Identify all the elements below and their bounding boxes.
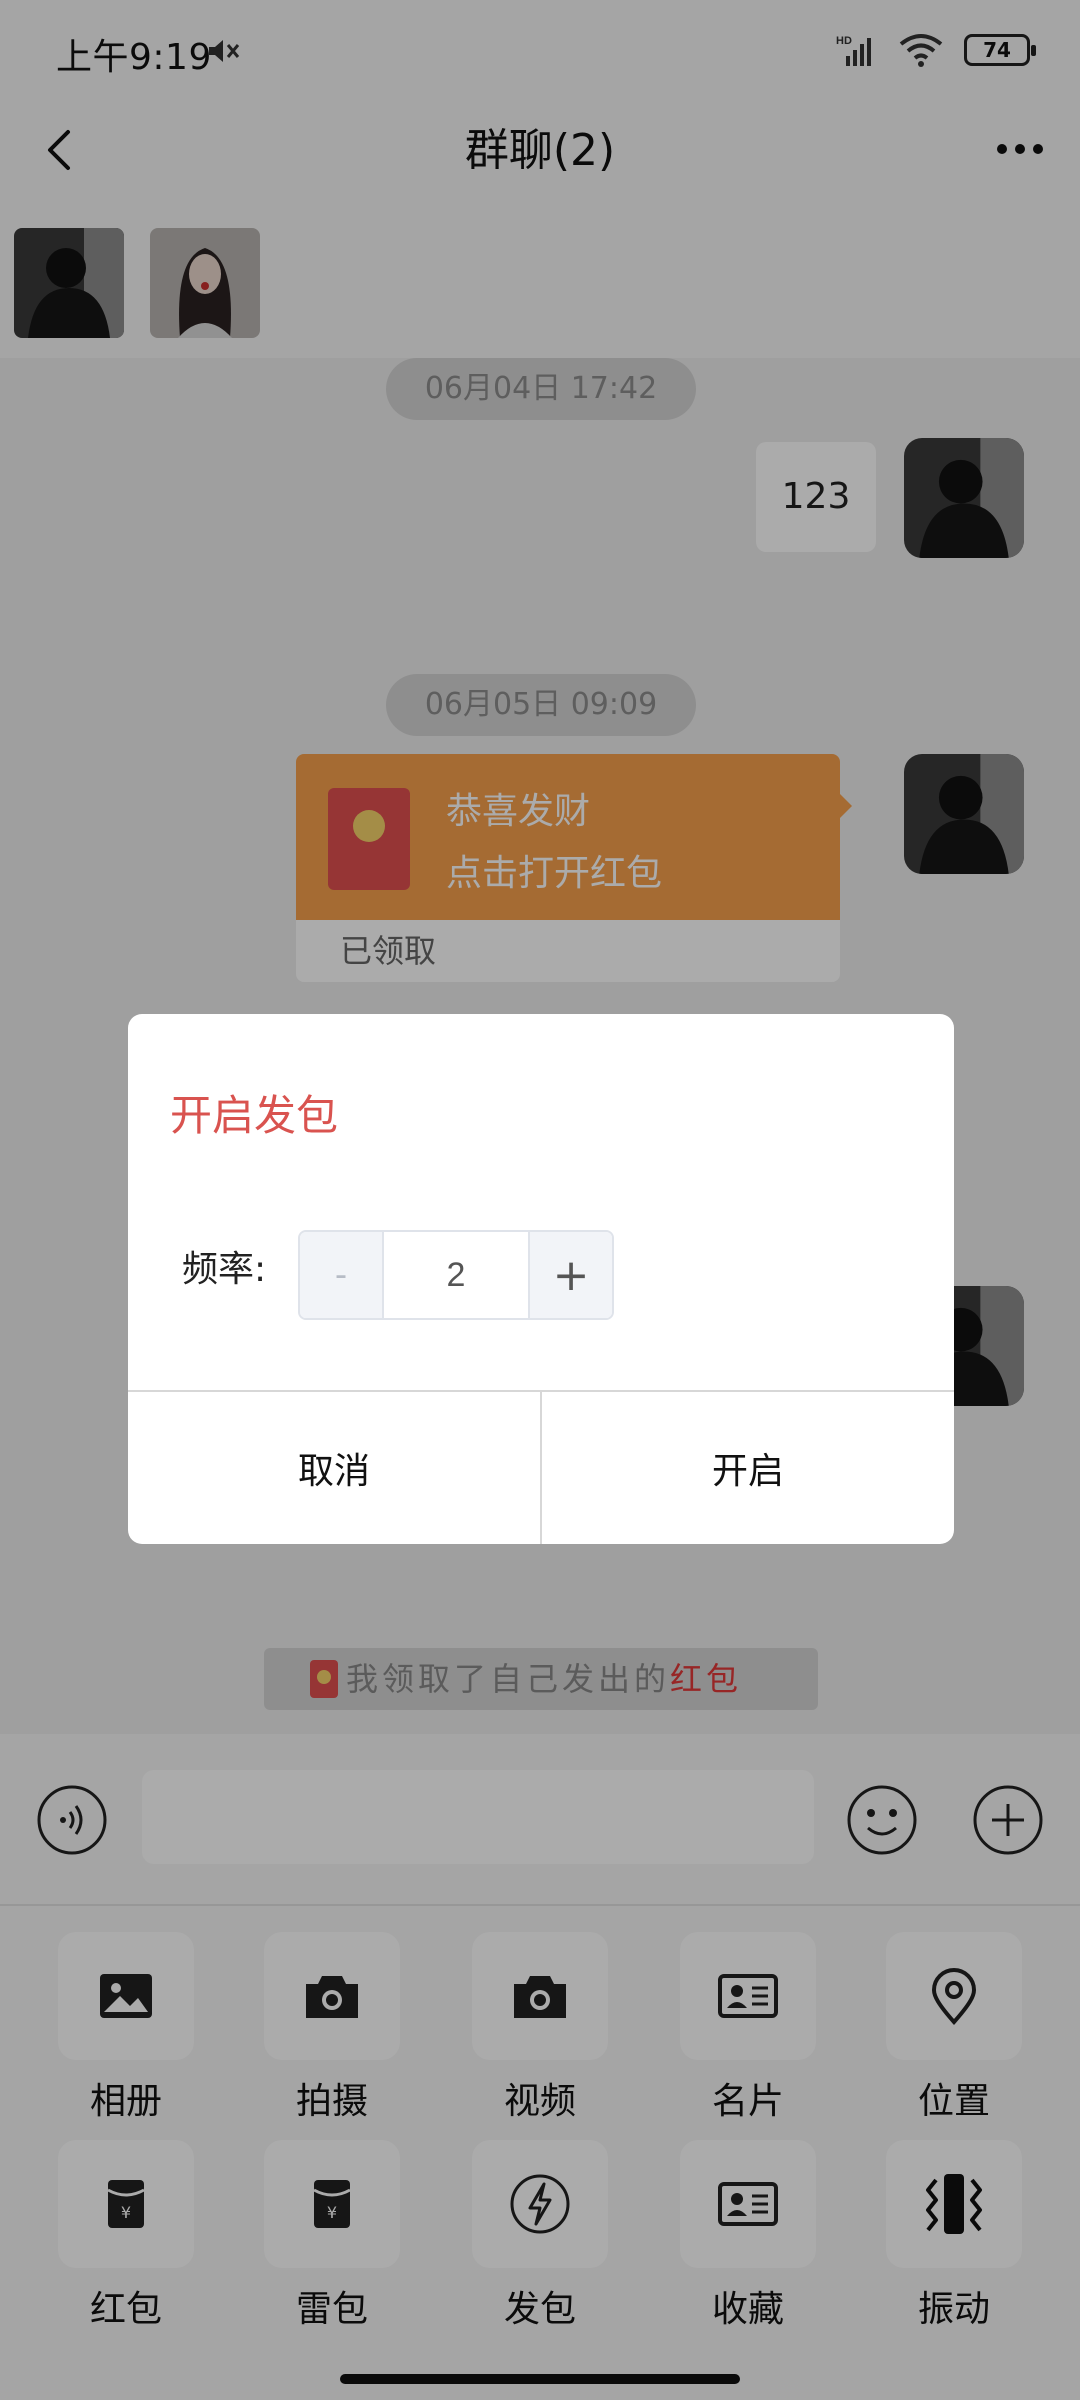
- frequency-input[interactable]: [384, 1232, 528, 1318]
- frequency-label: 频率:: [182, 1249, 267, 1290]
- enable-send-dialog: 开启发包 频率: - + 取消 开启: [128, 1014, 954, 1544]
- frequency-stepper: - +: [298, 1230, 614, 1320]
- cancel-button[interactable]: 取消: [128, 1392, 540, 1544]
- chat-screen: 上午9:19 HD 74 群聊(2) 06月04日 17:42 123 06月0…: [0, 0, 1080, 2400]
- dialog-actions: 取消 开启: [128, 1390, 954, 1544]
- increment-button[interactable]: +: [528, 1232, 612, 1318]
- confirm-button[interactable]: 开启: [540, 1392, 954, 1544]
- dialog-title: 开启发包: [170, 1091, 339, 1140]
- decrement-button[interactable]: -: [300, 1232, 384, 1318]
